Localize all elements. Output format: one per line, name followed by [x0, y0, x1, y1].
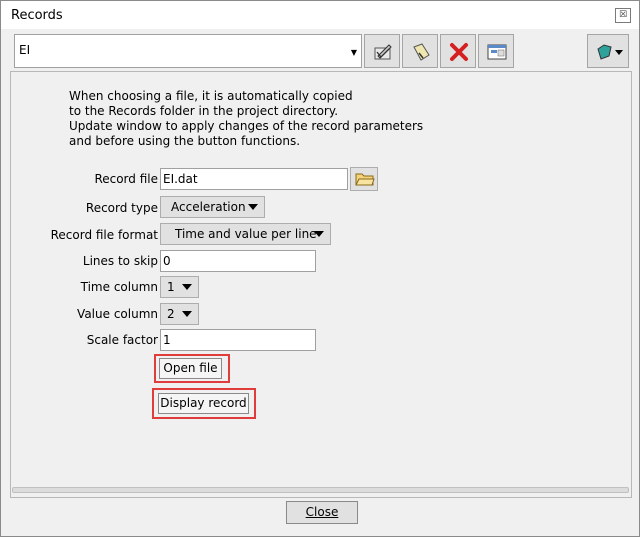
scale-factor-label: Scale factor — [86, 333, 158, 347]
options-menu-button[interactable] — [587, 34, 629, 68]
record-select[interactable]: EI ▼ — [14, 34, 362, 68]
delete-record-button[interactable] — [440, 34, 476, 68]
record-format-select[interactable]: Time and value per line — [160, 223, 331, 245]
record-format-label: Record file format — [50, 228, 158, 242]
window-close-icon[interactable]: ☒ — [615, 8, 631, 23]
window-title: Records — [11, 8, 63, 23]
info-line: Update window to apply changes of the re… — [69, 119, 424, 133]
info-line: and before using the button functions. — [69, 134, 301, 148]
records-window: Records ☒ EI ▼ When choosing a file, it … — [0, 0, 640, 537]
time-column-select[interactable]: 1 — [160, 276, 199, 298]
record-type-label: Record type — [85, 201, 158, 215]
record-type-select[interactable]: Acceleration — [160, 196, 265, 218]
window-button[interactable] — [478, 34, 514, 68]
close-button[interactable]: Close — [286, 501, 358, 524]
lines-to-skip-input[interactable]: 0 — [160, 250, 316, 272]
time-column-value: 1 — [167, 280, 175, 294]
value-column-select[interactable]: 2 — [160, 303, 199, 325]
open-file-button[interactable]: Open file — [159, 358, 222, 379]
edit-record-button[interactable] — [364, 34, 400, 68]
chevron-down-icon — [248, 204, 258, 210]
edit-icon — [374, 44, 392, 60]
chevron-down-icon: ▼ — [350, 48, 357, 57]
delete-icon — [450, 43, 468, 61]
chevron-down-icon — [182, 311, 192, 317]
value-column-value: 2 — [167, 307, 175, 321]
browse-file-button[interactable] — [350, 167, 378, 191]
info-line: to the Records folder in the project dir… — [69, 104, 339, 118]
horizontal-scrollbar[interactable] — [12, 487, 629, 493]
record-format-value: Time and value per line — [175, 227, 317, 241]
record-file-input[interactable]: EI.dat — [160, 168, 348, 190]
record-select-value: EI — [19, 43, 31, 57]
rename-icon — [413, 43, 430, 61]
folder-icon — [355, 173, 375, 186]
options-icon — [597, 44, 623, 60]
chevron-down-icon — [314, 231, 324, 237]
display-record-button[interactable]: Display record — [158, 393, 249, 414]
title-bar: Records ☒ — [1, 1, 639, 29]
chevron-down-icon — [182, 284, 192, 290]
info-text: When choosing a file, it is automaticall… — [69, 89, 424, 149]
record-type-value: Acceleration — [171, 200, 246, 214]
info-line: When choosing a file, it is automaticall… — [69, 89, 353, 103]
record-file-label: Record file — [94, 172, 158, 186]
time-column-label: Time column — [80, 280, 158, 294]
lines-to-skip-label: Lines to skip — [82, 254, 158, 268]
scale-factor-input[interactable]: 1 — [160, 329, 316, 351]
rename-record-button[interactable] — [402, 34, 438, 68]
value-column-label: Value column — [77, 307, 158, 321]
window-icon — [487, 44, 507, 60]
